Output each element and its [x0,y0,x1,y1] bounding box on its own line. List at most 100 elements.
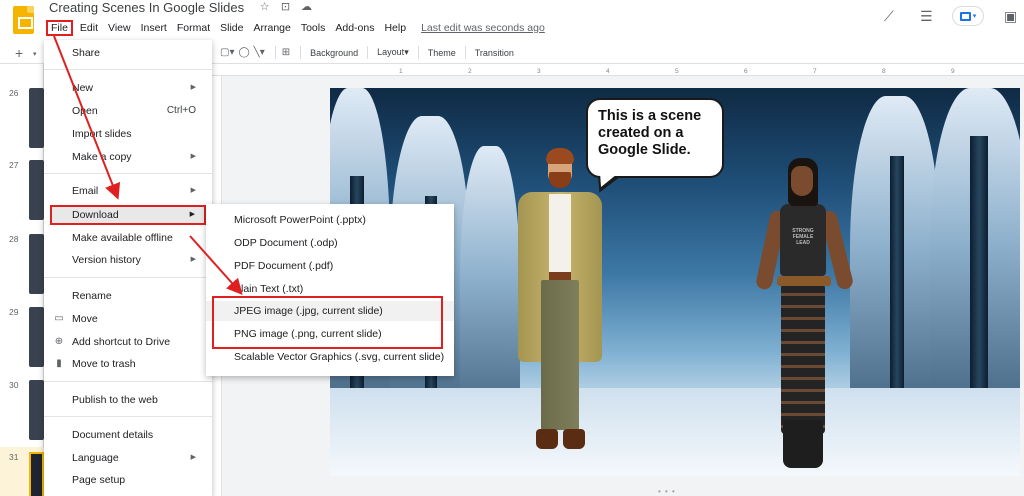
document-title[interactable]: Creating Scenes In Google Slides [49,0,244,15]
menu-item-label: Page setup [72,474,126,486]
line-icon[interactable]: ╲▾ [254,47,265,58]
layout-label: Layout [377,47,405,57]
woman-head [791,166,813,196]
slide-number: 29 [9,307,19,317]
download-pptx[interactable]: Microsoft PowerPoint (.pptx) [206,210,454,230]
menu-item-email[interactable]: Email ▶ [44,182,212,202]
man-boot [563,429,585,449]
menu-format[interactable]: Format [172,21,215,35]
menu-item-label: Plain Text (.txt) [234,283,304,295]
toolbar-group: ▢▾ ◯ ╲▾ ⊞ Background Layout▾ Theme Trans… [220,46,517,59]
slide-thumbnail[interactable] [29,307,44,367]
menu-item-move[interactable]: ▭ Move [44,310,212,330]
menu-item-publish-to-web[interactable]: Publish to the web [44,391,212,411]
menu-tools[interactable]: Tools [296,21,331,35]
transition-button[interactable]: Transition [472,48,517,58]
menu-item-make-available-offline[interactable]: Make available offline [44,229,212,249]
new-slide-plus-icon[interactable]: + [15,45,23,61]
comment-add-icon[interactable]: ⊞ [282,47,290,58]
chevron-down-icon[interactable]: ▾ [33,50,37,58]
character-man[interactable] [505,144,615,464]
trash-icon: ▮ [56,358,62,369]
image-icon[interactable]: ▢▾ [220,47,234,58]
last-edit-link[interactable]: Last edit was seconds ago [421,22,545,34]
slide-thumbnail-selected[interactable] [29,452,44,496]
man-belt [549,272,571,280]
chevron-down-icon: ▾ [972,13,977,20]
menu-help[interactable]: Help [379,21,411,35]
menu-item-rename[interactable]: Rename [44,287,212,307]
woman-boots [783,420,823,468]
menu-item-label: Publish to the web [72,394,158,406]
menu-item-new[interactable]: New ▶ [44,79,212,99]
menu-slide[interactable]: Slide [215,21,248,35]
menu-item-label: Rename [72,290,112,302]
menu-item-version-history[interactable]: Version history ▶ [44,251,212,271]
present-button[interactable]: ▾ [952,6,984,26]
ruler-tick: 9 [951,68,955,75]
move-to-folder-icon[interactable]: ⊡ [279,0,292,13]
submenu-arrow-icon: ▶ [190,84,196,91]
menu-item-add-shortcut[interactable]: ⊕ Add shortcut to Drive [44,333,212,353]
shape-icon[interactable]: ◯ [238,47,249,58]
slide-filmstrip[interactable]: 26 27 28 29 30 31 [0,64,44,496]
menu-item-document-details[interactable]: Document details [44,426,212,446]
man-pants [541,280,579,430]
menu-divider [44,69,212,70]
drive-shortcut-icon: ⊕ [54,336,64,347]
toolbar-divider [464,46,466,59]
menu-item-language[interactable]: Language ▶ [44,449,212,469]
activity-trend-icon[interactable]: ⟋ [884,8,894,25]
menu-item-move-to-trash[interactable]: ▮ Move to trash [44,355,212,375]
menu-arrange[interactable]: Arrange [248,21,295,35]
download-svg[interactable]: Scalable Vector Graphics (.svg, current … [206,347,454,367]
theme-button[interactable]: Theme [425,48,459,58]
slide-thumbnail[interactable] [29,160,44,220]
download-png[interactable]: PNG image (.png, current slide) [206,324,454,344]
download-odp[interactable]: ODP Document (.odp) [206,233,454,253]
slideshow-icon[interactable]: ▣ [1004,8,1017,25]
google-slides-logo-icon[interactable] [13,6,34,34]
toolbar-divider [417,46,419,59]
menu-item-label: Scalable Vector Graphics (.svg, current … [234,351,445,363]
cloud-saved-icon[interactable]: ☁ [300,0,313,13]
menu-item-open[interactable]: Open Ctrl+O [44,102,212,122]
menu-item-label: Open [72,105,98,117]
menu-item-import-slides[interactable]: Import slides [44,125,212,145]
slide-thumbnail[interactable] [29,380,44,440]
slide-thumbnail[interactable] [29,234,44,294]
man-shirt [549,194,571,272]
background-button[interactable]: Background [307,48,361,58]
download-txt[interactable]: Plain Text (.txt) [206,279,454,299]
menu-item-label: Make available offline [72,232,173,244]
download-pdf[interactable]: PDF Document (.pdf) [206,256,454,276]
star-icon[interactable]: ☆ [258,0,271,13]
menu-item-label: JPEG image (.jpg, current slide) [234,305,383,317]
man-hair [546,148,574,164]
menu-item-make-a-copy[interactable]: Make a copy ▶ [44,148,212,168]
speaker-notes-handle[interactable]: • • • [658,487,676,496]
menu-view[interactable]: View [103,21,136,35]
snow-ground [330,388,1020,476]
ruler-tick: 5 [675,68,679,75]
menu-file[interactable]: File [46,20,73,36]
comments-icon[interactable]: ☰ [920,8,933,25]
ruler-tick: 7 [813,68,817,75]
menu-insert[interactable]: Insert [136,21,172,35]
menu-item-label: Import slides [72,128,132,140]
submenu-arrow-icon: ▶ [190,187,196,194]
ruler-tick: 4 [606,68,610,75]
menu-item-label: Language [72,452,119,464]
menu-item-label: Download [72,209,119,221]
man-boot [536,429,558,449]
menu-item-download[interactable]: Download ▶ [50,205,206,225]
menu-item-label: Share [72,47,101,59]
menu-item-page-setup[interactable]: Page setup [44,471,212,491]
menu-addons[interactable]: Add-ons [330,21,379,35]
slide-thumbnail[interactable] [29,88,44,148]
layout-button[interactable]: Layout▾ [374,47,412,58]
download-jpg[interactable]: JPEG image (.jpg, current slide) [206,301,454,321]
menu-item-share[interactable]: Share [44,44,212,64]
character-woman[interactable]: STRONG FEMALE LEAD [745,158,855,476]
menu-edit[interactable]: Edit [75,21,103,35]
